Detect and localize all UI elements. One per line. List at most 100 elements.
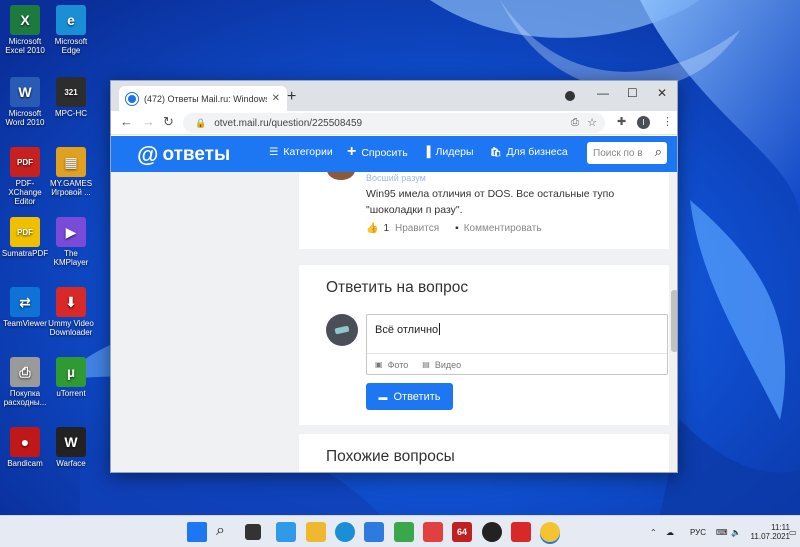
attach-photo-button[interactable]: ▣ Фото [375,360,408,370]
comment-icon[interactable]: ▪ [455,223,459,234]
similar-questions-card: Похожие вопросы [299,434,669,472]
utorrent-icon: µ [56,357,86,387]
search-placeholder: Поиск по в [593,147,643,159]
task-view-icon[interactable] [245,524,261,540]
leaders-icon: ▐ [423,146,431,158]
reply-card: Ответить на вопрос Всё отлично ▣ Фото ▤ … [299,265,669,425]
reply-input[interactable]: Всё отлично [375,323,441,336]
desktop-shortcut[interactable]: W Microsoft Word 2010 [0,77,50,127]
close-window-button[interactable]: ✕ [657,86,667,100]
browser-tab[interactable]: (472) Ответы Mail.ru: Windows 1 ✕ [119,86,287,111]
bandicam-icon: ● [10,427,40,457]
desktop-shortcut[interactable]: ▦ MY.GAMES Игровой ... [46,147,96,197]
desktop-shortcut-label: SumatraPDF [1,249,49,258]
page-content: Восший разум Win95 имела отличия от DOS.… [111,172,677,472]
desktop-shortcut-label: Microsoft Word 2010 [5,109,45,127]
desktop-shortcut[interactable]: 321 MPC-HC [46,77,96,118]
desktop-shortcut[interactable]: e Microsoft Edge [46,5,96,55]
reload-button[interactable]: ↻ [163,114,174,130]
maximize-button[interactable]: ☐ [627,86,638,100]
answer-author-avatar[interactable] [327,172,355,180]
attach-video-button[interactable]: ▤ Видео [422,360,461,370]
network-icon[interactable]: ☁ [666,516,674,547]
tray-chevron-icon[interactable]: ⌃ [650,516,657,547]
page-scrollbar[interactable] [670,172,677,472]
excel-icon: X [10,5,40,35]
clock[interactable]: 11:11 11.07.2021 [740,516,790,547]
desktop-shortcut[interactable]: X Microsoft Excel 2010 [0,5,50,55]
menu-kebab-icon[interactable]: ⋮ [662,115,673,128]
desktop-shortcut[interactable]: ⎙ Покупка расходны... [0,357,50,407]
desktop-shortcut-label: MY.GAMES Игровой ... [49,179,93,197]
back-button[interactable]: ← [120,114,133,129]
reply-editor[interactable]: Всё отлично ▣ Фото ▤ Видео [366,314,668,375]
desktop-shortcut[interactable]: W Warface [46,427,96,468]
nav-leaders-label: Лидеры [435,146,474,158]
profile-dot-icon[interactable] [565,91,575,101]
desktop-shortcut[interactable]: ● Bandicam [0,427,50,468]
categories-icon: ☰ [269,146,279,158]
nav-categories[interactable]: ☰ Категории [269,146,333,158]
like-icon[interactable]: 👍 [366,223,378,234]
aida64-icon[interactable]: 64 [452,522,472,542]
tab-close-icon[interactable]: ✕ [272,93,280,104]
ime-icon[interactable]: ⌨ [716,516,728,547]
bookmark-star-icon[interactable]: ☆ [587,116,597,129]
scrollbar-thumb[interactable] [671,290,677,352]
nav-business-label: Для бизнеса [506,146,568,158]
word-icon: W [10,77,40,107]
forward-button[interactable]: → [142,114,155,129]
file-explorer-icon[interactable] [306,522,326,542]
reply-input-text: Всё отлично [375,324,439,336]
new-tab-button[interactable]: + [287,88,296,106]
editor-attachments-bar: ▣ Фото ▤ Видео [367,353,667,375]
reply-title: Ответить на вопрос [326,279,469,296]
install-app-icon[interactable]: ⎙ [571,117,579,128]
desktop-shortcut-label: Microsoft Edge [54,37,88,55]
nav-ask-label: Спросить [361,147,408,159]
bandicam-taskbar-icon[interactable] [482,522,502,542]
search-icon[interactable]: ⌕ [655,144,662,160]
desktop-shortcut[interactable]: PDF PDF-XChange Editor [0,147,50,206]
site-search-input[interactable]: Поиск по в ⌕ [587,142,667,164]
app-taskbar-icon[interactable] [394,522,414,542]
desktop-shortcut[interactable]: ⬇ Ummy Video Downloader [46,287,96,337]
start-windows-icon[interactable] [187,522,207,542]
submit-answer-button[interactable]: ▬ Ответить [366,383,453,410]
mpc-hc-icon: 321 [56,77,86,107]
nav-leaders[interactable]: ▐ Лидеры [423,146,474,158]
edge-taskbar-icon[interactable] [335,522,355,542]
minimize-button[interactable]: — [597,86,609,100]
mailru-favicon-icon [126,92,138,105]
profile-avatar-icon[interactable]: I [637,116,650,129]
desktop-shortcut[interactable]: µ uTorrent [46,357,96,398]
desktop-shortcut-label: Ummy Video Downloader [48,319,94,337]
desktop-shortcut[interactable]: ⇄ TeamViewer [0,287,50,328]
desktop-shortcut-label: Покупка расходны... [3,389,47,407]
language-indicator[interactable]: РУС [690,516,706,547]
widgets-icon[interactable] [276,522,296,542]
app2-taskbar-icon[interactable] [423,522,443,542]
browser-window: (472) Ответы Mail.ru: Windows 1 ✕ + — ☐ … [110,80,678,473]
tab-title: (472) Ответы Mail.ru: Windows 1 [144,93,267,104]
photo-icon: ▣ [375,360,383,369]
submit-answer-label: Ответить [393,390,441,403]
desktop-shortcut[interactable]: ▶ The KMPlayer [46,217,96,267]
browser-toolbar: ← → ↻ 🔒 otvet.mail.ru/question/225508459… [111,111,677,135]
desktop-shortcut[interactable]: PDF SumatraPDF [0,217,50,258]
ummy-taskbar-icon[interactable] [511,522,531,542]
site-logo[interactable]: @ ответы [137,142,230,168]
extensions-icon[interactable]: ✚ [617,115,626,128]
chrome-taskbar-icon[interactable] [540,522,560,542]
comment-button[interactable]: Комментировать [464,223,542,234]
answer-card: Восший разум Win95 имела отличия от DOS.… [299,172,669,249]
nav-business[interactable]: 🛍 Для бизнеса [490,146,568,158]
like-button[interactable]: Нравится [395,223,439,234]
search-taskbar-icon[interactable]: ⌕ [216,522,236,542]
store-icon[interactable] [364,522,384,542]
notifications-icon[interactable]: ▭ [789,516,797,547]
answer-author-name[interactable]: Восший разум [366,173,426,183]
nav-ask[interactable]: + Спросить [347,143,408,161]
warface-icon: W [56,427,86,457]
address-bar[interactable]: 🔒 otvet.mail.ru/question/225508459 ⎙ ☆ [183,113,605,133]
